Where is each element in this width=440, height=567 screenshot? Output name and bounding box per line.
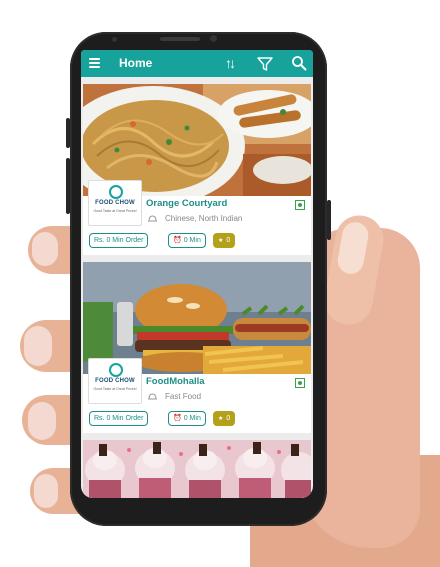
veg-icon <box>295 378 305 388</box>
restaurant-card[interactable] <box>83 440 311 498</box>
cuisine-text: Chinese, North Indian <box>165 214 243 223</box>
finger-nail <box>24 326 52 366</box>
cuisine-icon <box>148 393 157 400</box>
cuisine-text: Fast Food <box>165 392 202 401</box>
finger-nail <box>34 474 58 508</box>
phone-side-button <box>66 118 70 148</box>
rating-text: 0 <box>226 415 231 422</box>
alarm-clock-icon: ⏰ <box>173 415 182 422</box>
restaurant-card[interactable]: FOOD CHOW Good Taste at Great Prices! Or… <box>83 84 311 255</box>
phone-side-button <box>66 158 70 214</box>
phone-speaker <box>160 37 200 41</box>
restaurant-name[interactable]: FoodMohalla <box>146 376 205 387</box>
app-bar: Home ↑↓ <box>81 50 313 77</box>
restaurant-logo: FOOD CHOW Good Taste at Great Prices! <box>88 180 142 226</box>
cupcakes-photo <box>83 440 311 498</box>
finger-nail <box>32 232 58 266</box>
min-order-chip: Rs. 0 Min Order <box>89 411 149 426</box>
phone-screen: Home ↑↓ FOOD CHOW Good Taste at Great Pr… <box>81 50 313 498</box>
logo-mark-icon <box>109 363 123 377</box>
logo-tagline: Good Taste at Great Prices! <box>93 209 137 213</box>
rating-chip: ★ 0 <box>213 233 236 248</box>
rating-chip: ★ 0 <box>213 411 236 426</box>
logo-tagline: Good Taste at Great Prices! <box>93 387 137 391</box>
logo-text: FOOD CHOW <box>95 378 135 384</box>
alarm-clock-icon: ⏰ <box>173 237 182 244</box>
veg-icon <box>295 200 305 210</box>
logo-mark-icon <box>109 185 123 199</box>
phone-camera <box>210 35 217 42</box>
phone-side-button <box>327 200 331 240</box>
star-icon: ★ <box>218 416 224 422</box>
sort-icon[interactable]: ↑↓ <box>225 54 236 72</box>
rating-text: 0 <box>226 237 231 244</box>
delivery-time-text: 0 Min <box>183 237 201 244</box>
restaurant-name[interactable]: Orange Courtyard <box>146 198 227 209</box>
finger-nail <box>28 402 56 440</box>
delivery-time-chip: ⏰ 0 Min <box>168 233 206 248</box>
menu-icon[interactable] <box>89 58 100 68</box>
min-order-chip: Rs. 0 Min Order <box>89 233 149 248</box>
delivery-time-text: 0 Min <box>183 415 201 422</box>
delivery-time-chip: ⏰ 0 Min <box>168 411 206 426</box>
cuisine-icon <box>148 215 157 222</box>
star-icon: ★ <box>218 238 224 244</box>
filter-icon[interactable] <box>257 56 273 72</box>
logo-text: FOOD CHOW <box>95 200 135 206</box>
restaurant-card[interactable]: FOOD CHOW Good Taste at Great Prices! Fo… <box>83 262 311 433</box>
phone-sensor <box>112 37 117 42</box>
page-title: Home <box>119 56 153 70</box>
restaurant-logo: FOOD CHOW Good Taste at Great Prices! <box>88 358 142 404</box>
search-icon[interactable] <box>291 55 307 71</box>
